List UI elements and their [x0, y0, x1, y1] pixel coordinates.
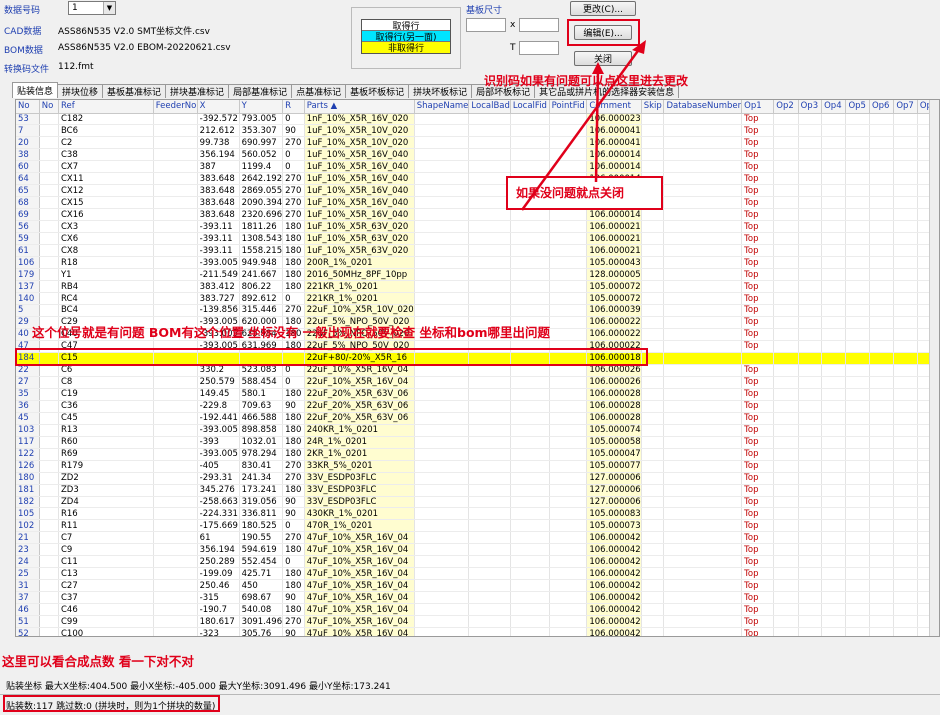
arrow-to-edit — [520, 47, 642, 211]
arrow-head-edit — [632, 40, 646, 54]
arrow-head-close — [592, 62, 604, 74]
arrow-to-close — [594, 69, 600, 183]
annotation-arrows — [520, 40, 646, 211]
